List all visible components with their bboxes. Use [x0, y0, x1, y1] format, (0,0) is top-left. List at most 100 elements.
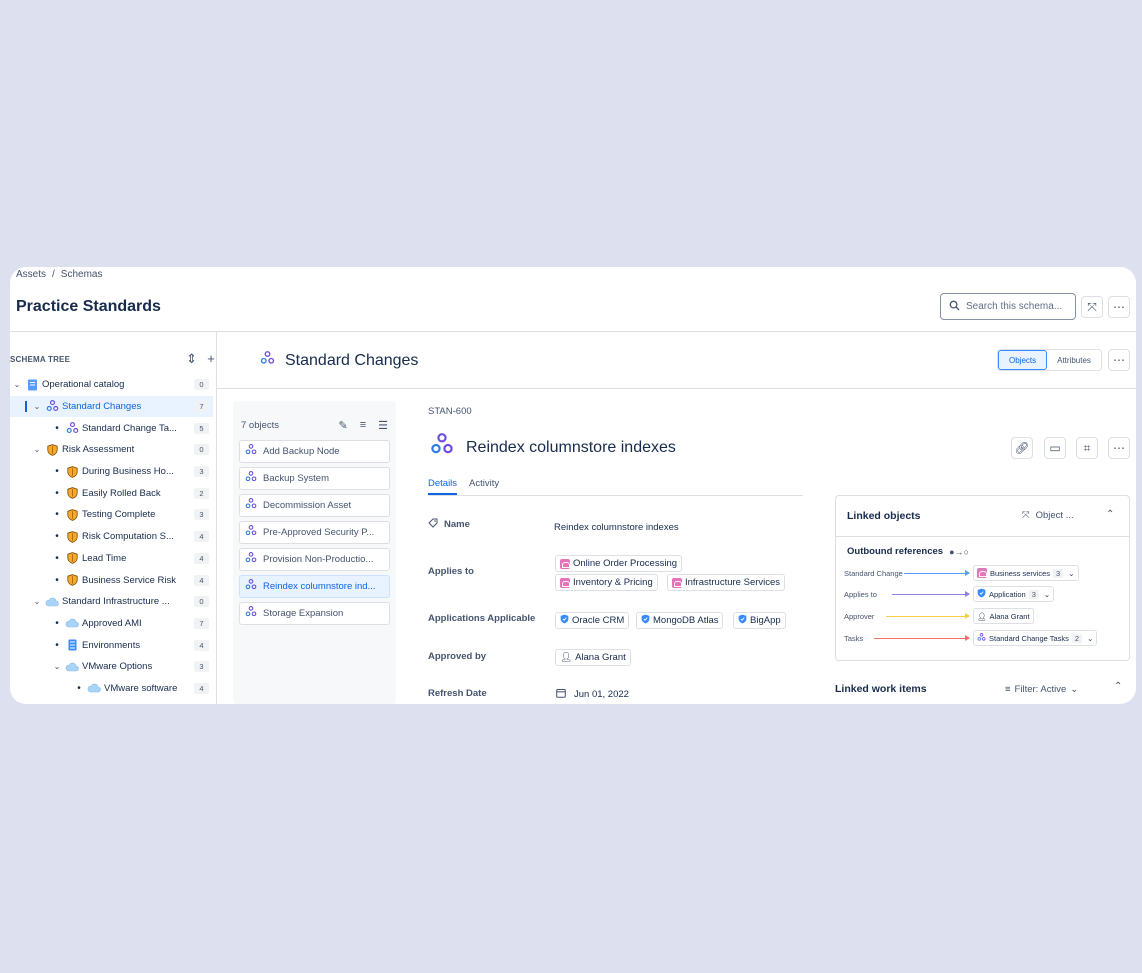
collapse-all-icon[interactable]: ⇕	[186, 351, 197, 367]
more-button[interactable]: ⋯	[1108, 296, 1130, 318]
sidebar-item-label: Easily Rolled Back	[82, 487, 161, 499]
tab-activity[interactable]: Activity	[469, 478, 499, 495]
sidebar-item[interactable]: • Testing Complete 3	[10, 504, 213, 526]
chevron-down-icon[interactable]: ⌄	[12, 380, 22, 389]
refresh-date-text: Jun 01, 2022	[574, 689, 629, 700]
chevron-down-icon[interactable]: ⌄	[32, 597, 42, 606]
approver-chip[interactable]: 👤︎ Alana Grant	[555, 649, 631, 666]
sidebar-item[interactable]: • Business Service Risk 4	[10, 569, 213, 591]
application-chip[interactable]: Oracle CRM	[555, 612, 630, 629]
applies-to-chip[interactable]: Inventory & Pricing	[555, 574, 658, 591]
chevron-down-icon[interactable]: ⌄	[1044, 590, 1050, 599]
sidebar-item[interactable]: • Lead Time 4	[10, 548, 213, 570]
chevron-down-icon[interactable]: ⌄	[32, 402, 42, 411]
sidebar-item-label: Operational catalog	[42, 379, 125, 391]
filter-icon: ≡	[1005, 684, 1011, 695]
chevron-down-icon[interactable]: ⌄	[1068, 569, 1074, 578]
chevron-down-icon[interactable]: ⌄	[32, 445, 42, 454]
application-shield-icon	[560, 614, 569, 627]
shield-icon	[45, 444, 59, 456]
sidebar-item-label: During Business Ho...	[82, 466, 174, 478]
reference-target[interactable]: Application 3 ⌄	[973, 586, 1055, 602]
main-header-divider	[217, 388, 1136, 389]
chip-label: Alana Grant	[575, 652, 626, 663]
collapse-icon[interactable]: ⌃	[1114, 681, 1122, 692]
count-badge: 3	[194, 509, 209, 521]
sidebar-item[interactable]: • VMware software 4	[10, 678, 213, 700]
cloud-icon	[87, 682, 101, 694]
object-list-item[interactable]: Add Backup Node	[239, 440, 390, 463]
breadcrumb-schemas[interactable]: Schemas	[61, 269, 103, 280]
application-chip[interactable]: MongoDB Atlas	[636, 612, 724, 629]
object-list-item-label: Backup System	[263, 473, 329, 484]
user-avatar-icon: 👤︎	[560, 652, 573, 663]
count-badge: 3	[194, 466, 209, 478]
refresh-date-value[interactable]: Jun 01, 2022	[556, 688, 629, 701]
object-list-item[interactable]: Decommission Asset	[239, 494, 390, 517]
sidebar-item-label: Standard Change Ta...	[82, 422, 177, 434]
search-input[interactable]: Search this schema...	[940, 293, 1076, 320]
sidebar-item[interactable]: • Approved AMI 7	[10, 613, 213, 635]
shield-icon	[65, 530, 79, 543]
object-list-item[interactable]: Provision Non-Productio...	[239, 548, 390, 571]
filter-icon[interactable]: ≡	[360, 419, 366, 432]
reference-label: Standard Change	[844, 569, 903, 578]
reference-target[interactable]: 👤︎ Alana Grant	[973, 608, 1034, 624]
chip-label: Online Order Processing	[573, 558, 678, 569]
chip-label: Infrastructure Services	[685, 577, 781, 588]
name-field-label: Name	[428, 518, 470, 531]
object-more-button[interactable]: ⋯	[1108, 437, 1130, 459]
sidebar-item[interactable]: ⌄ VMware Options 3	[10, 656, 213, 678]
object-type-more-button[interactable]: ⋯	[1108, 349, 1130, 371]
object-list-item-label: Storage Expansion	[263, 608, 344, 619]
sidebar-item[interactable]: • During Business Ho... 3	[10, 461, 213, 483]
application-chip[interactable]: BigApp	[733, 612, 786, 629]
tab-attributes[interactable]: Attributes	[1047, 350, 1101, 370]
catalog-icon	[25, 379, 39, 391]
comment-button[interactable]: ▭	[1044, 437, 1066, 459]
reference-target-label: Business services	[990, 568, 1051, 578]
sidebar-item[interactable]: • Standard Change Ta... 5	[10, 417, 213, 439]
graph-view-button[interactable]: ⌗	[1076, 437, 1098, 459]
object-list-item[interactable]: Storage Expansion	[239, 602, 390, 625]
sidebar-item[interactable]: • Risk Computation S... 4	[10, 526, 213, 548]
sidebar-item[interactable]: ⌄ Standard Infrastructure ... 0	[10, 591, 213, 613]
object-list-item-label: Provision Non-Productio...	[263, 554, 374, 565]
object-list-item[interactable]: Backup System	[239, 467, 390, 490]
list-view-icon[interactable]: ☰	[378, 419, 388, 432]
breadcrumb-assets[interactable]: Assets	[16, 269, 46, 280]
applies-to-chip[interactable]: Online Order Processing	[555, 555, 683, 572]
chevron-down-icon[interactable]: ⌄	[1087, 634, 1093, 643]
sidebar-item[interactable]: • Easily Rolled Back 2	[10, 482, 213, 504]
object-list-panel: 7 objects ✎ ≡ ☰ Add Backup Node Backup Sy…	[233, 401, 396, 704]
collapse-icon[interactable]: ⌃	[1106, 509, 1114, 520]
add-icon[interactable]: +	[207, 351, 215, 367]
object-list-item-label: Add Backup Node	[263, 446, 340, 457]
object-menu[interactable]: ⤧ Object ...	[1022, 510, 1074, 521]
fullscreen-button[interactable]: ⤧	[1081, 296, 1103, 318]
reference-target[interactable]: Business services 3 ⌄	[973, 565, 1079, 581]
applies-to-chip[interactable]: Infrastructure Services	[667, 574, 786, 591]
object-list-item[interactable]: Reindex columnstore ind...	[239, 575, 390, 598]
reference-label: Tasks	[844, 634, 864, 643]
object-list-item[interactable]: Pre-Approved Security P...	[239, 521, 390, 544]
tab-objects[interactable]: Objects	[998, 350, 1048, 370]
tab-details[interactable]: Details	[428, 478, 458, 495]
sidebar-item-label: Business Service Risk	[82, 574, 176, 586]
application-shield-icon	[738, 614, 747, 627]
object-menu-label: Object ...	[1035, 510, 1074, 521]
reference-target[interactable]: Standard Change Tasks 2 ⌄	[973, 630, 1098, 646]
copy-link-button[interactable]: 🔗︎	[1011, 437, 1033, 459]
schema-tree-header: SCHEMA TREE ⇕ +	[10, 351, 215, 367]
name-field-value[interactable]: Reindex columnstore indexes	[554, 522, 679, 533]
sidebar-item[interactable]: • Environments 4	[10, 634, 213, 656]
filter-dropdown[interactable]: ≡ Filter: Active ⌄	[1005, 684, 1078, 695]
object-type-title: Standard Changes	[285, 352, 419, 369]
sidebar-item[interactable]: ⌄ Operational catalog 0	[10, 374, 213, 396]
sidebar-item[interactable]: ⌄ Standard Changes 7	[10, 395, 213, 418]
sidebar-item[interactable]: ⌄ Risk Assessment 0	[10, 439, 213, 461]
chevron-down-icon[interactable]: ⌄	[52, 662, 62, 671]
chip-label: Oracle CRM	[572, 615, 625, 626]
edit-list-icon[interactable]: ✎	[338, 419, 347, 432]
sidebar-item-label: Approved AMI	[82, 617, 142, 629]
